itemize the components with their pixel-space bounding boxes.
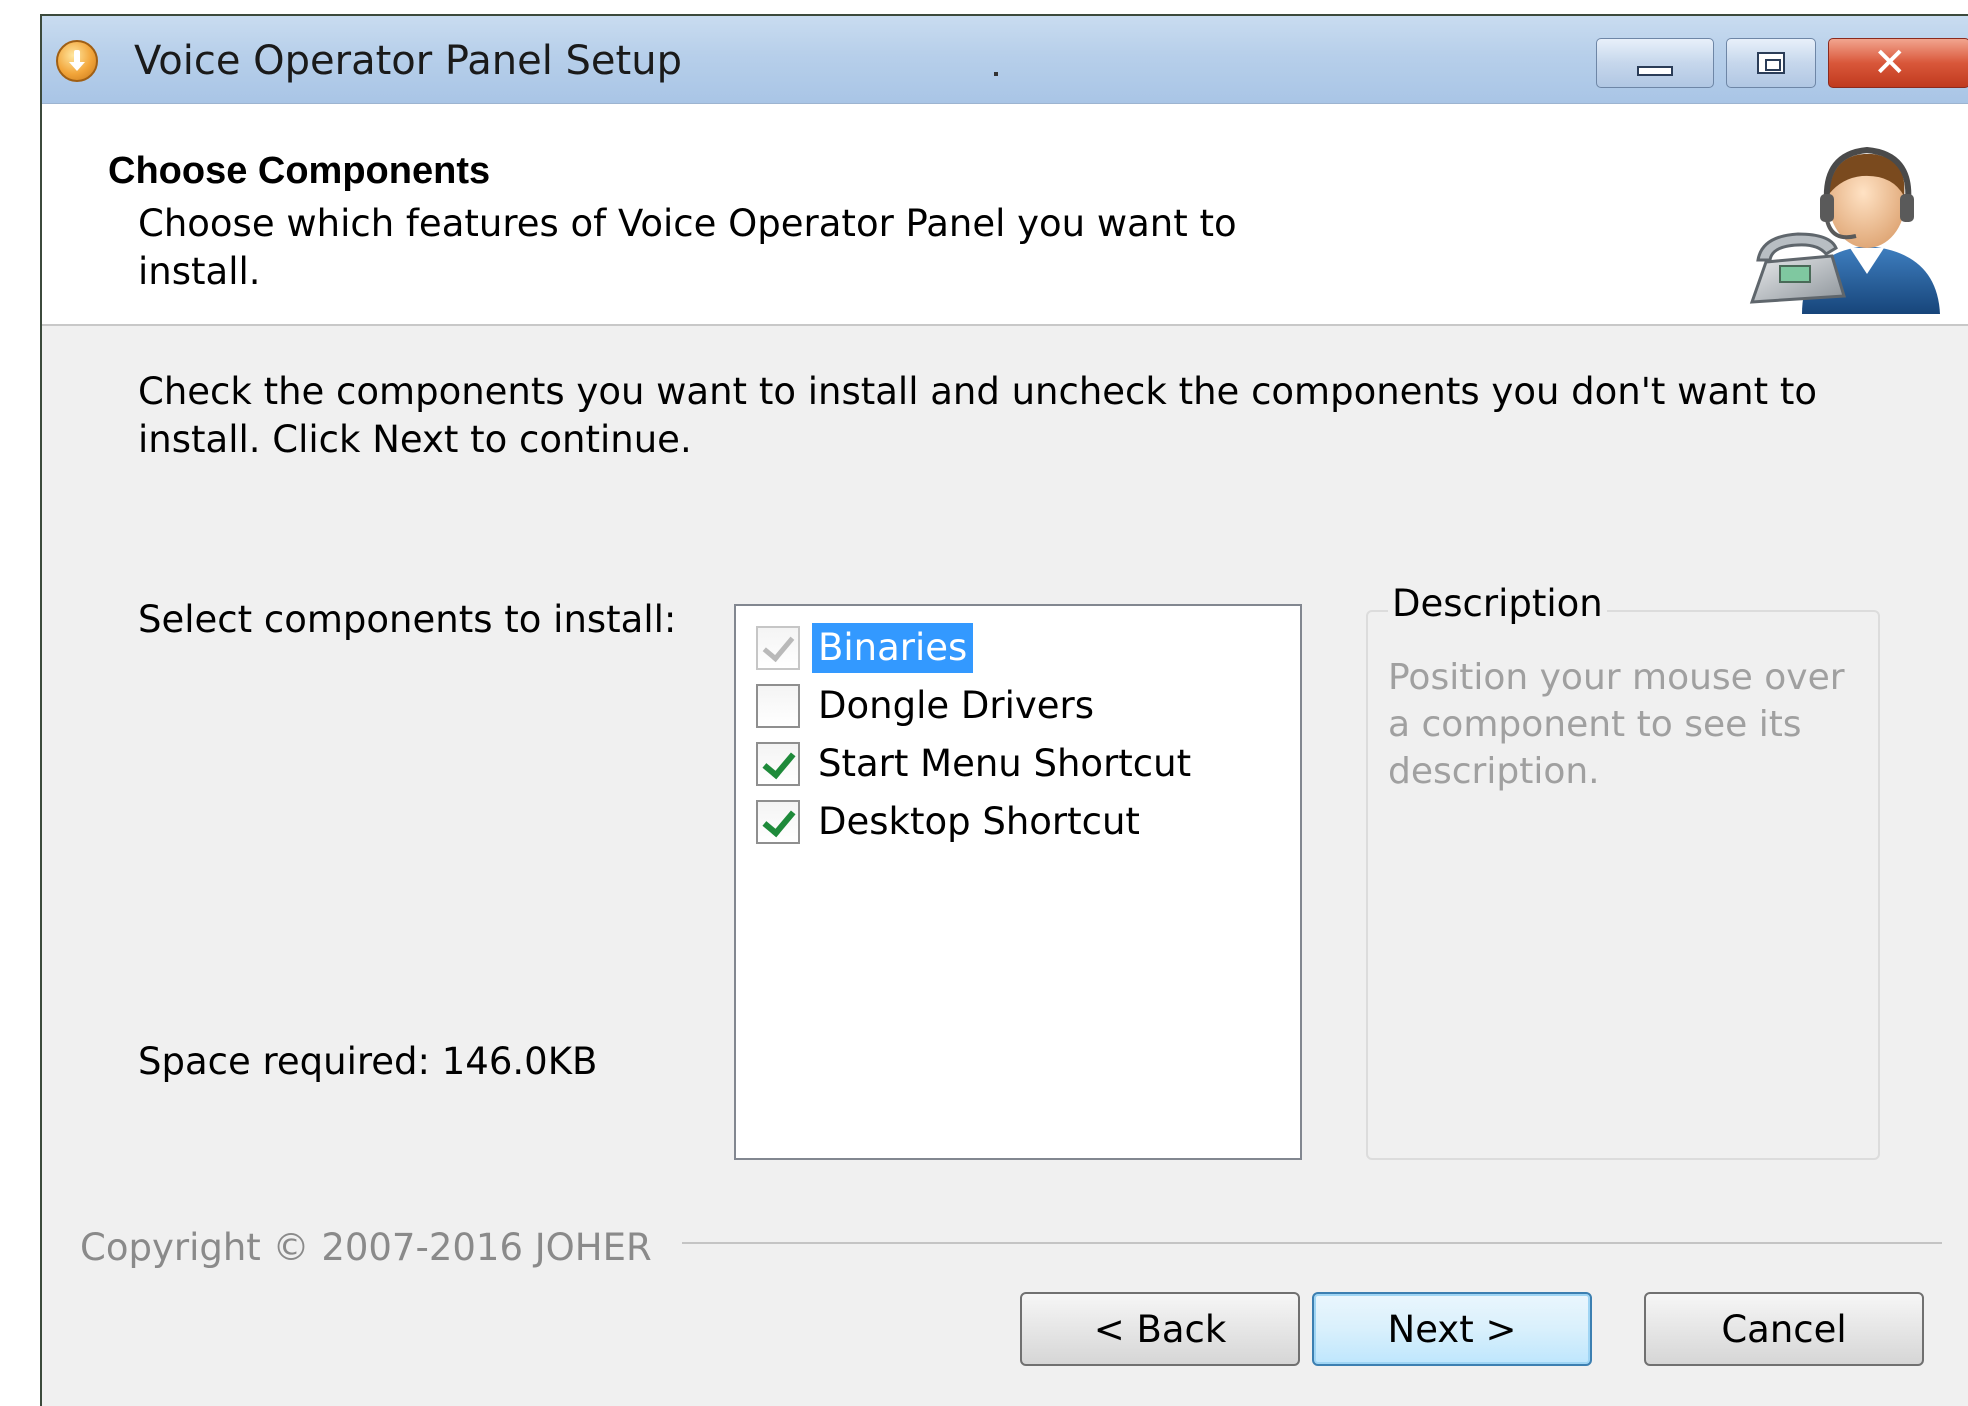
component-item-dongle-drivers[interactable]: Dongle Drivers (756, 680, 1100, 732)
copyright-text: Copyright © 2007-2016 JOHER (80, 1226, 652, 1269)
components-list[interactable]: Binaries Dongle Drivers Start Menu Short… (734, 604, 1302, 1160)
description-legend: Description (1388, 582, 1607, 625)
maximize-icon (1757, 52, 1785, 74)
checkbox-start-menu-shortcut[interactable] (756, 742, 800, 786)
cancel-button[interactable]: Cancel (1644, 1292, 1924, 1366)
close-button[interactable]: ✕ (1828, 38, 1968, 88)
space-required-label: Space required: 146.0KB (138, 1040, 598, 1083)
title-mark (994, 72, 998, 76)
close-icon: ✕ (1873, 40, 1907, 86)
checkbox-dongle-drivers[interactable] (756, 684, 800, 728)
component-label-start-menu-shortcut: Start Menu Shortcut (818, 742, 1192, 785)
wizard-header: Choose Components Choose which features … (42, 104, 1968, 326)
component-item-binaries[interactable]: Binaries (756, 622, 974, 674)
checkbox-desktop-shortcut[interactable] (756, 800, 800, 844)
page-title: Choose Components (108, 150, 491, 192)
component-item-desktop-shortcut[interactable]: Desktop Shortcut (756, 796, 1146, 848)
component-label-desktop-shortcut: Desktop Shortcut (818, 800, 1140, 843)
select-components-label: Select components to install: (138, 598, 677, 641)
minimize-button[interactable] (1596, 38, 1714, 88)
window-title: Voice Operator Panel Setup (134, 38, 682, 84)
component-label-binaries: Binaries (812, 623, 974, 673)
setup-window: Voice Operator Panel Setup ✕ Choose Comp… (40, 14, 1968, 1406)
maximize-button[interactable] (1726, 38, 1816, 88)
back-button[interactable]: < Back (1020, 1292, 1300, 1366)
operator-headset-phone-icon (1749, 146, 1940, 314)
title-bar[interactable]: Voice Operator Panel Setup ✕ (42, 16, 1968, 104)
page-subtitle: Choose which features of Voice Operator … (138, 202, 1237, 293)
minimize-icon (1637, 66, 1673, 76)
instructions-text: Check the components you want to install… (138, 370, 1817, 461)
next-button[interactable]: Next > (1312, 1292, 1592, 1366)
component-item-start-menu-shortcut[interactable]: Start Menu Shortcut (756, 738, 1197, 790)
description-text: Position your mouse over a component to … (1388, 657, 1845, 792)
installer-download-icon (56, 40, 98, 82)
checkbox-binaries[interactable] (756, 626, 800, 670)
footer-divider (682, 1242, 1942, 1244)
component-label-dongle-drivers: Dongle Drivers (818, 684, 1095, 727)
